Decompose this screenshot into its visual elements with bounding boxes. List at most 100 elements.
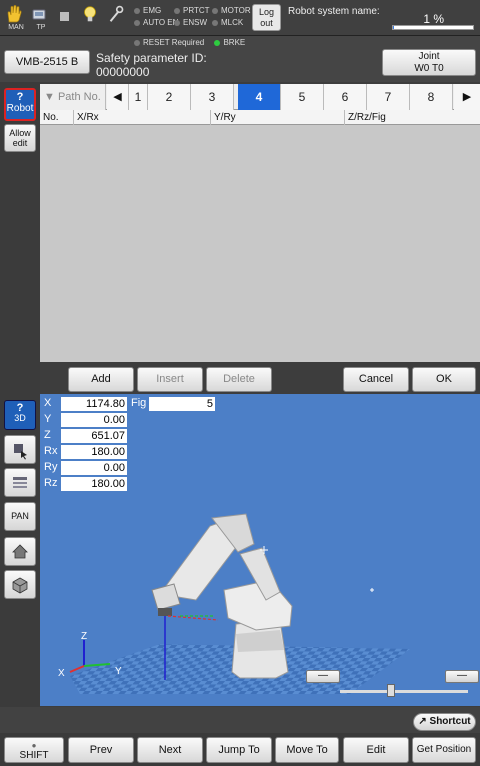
- question-icon: ?: [16, 402, 24, 414]
- view-3d-label: 3D: [14, 413, 26, 423]
- coord-y-value: 0.00: [61, 413, 127, 427]
- allow-edit-button[interactable]: Allow edit: [4, 124, 36, 152]
- tab-4[interactable]: 4: [238, 84, 281, 110]
- get-position-button[interactable]: Get Position: [412, 737, 476, 763]
- view-slider-track[interactable]: [340, 690, 468, 693]
- coord-label-x: X: [44, 397, 52, 409]
- add-button[interactable]: Add: [68, 367, 134, 392]
- list-tool-button[interactable]: [4, 468, 36, 497]
- robot-model-button[interactable]: VMB-2515 B: [4, 50, 90, 74]
- led-auto-en: AUTO EN: [134, 18, 178, 28]
- logout-button[interactable]: Log out: [252, 4, 281, 31]
- column-z-rz-fig: Z/Rz/Fig: [344, 110, 386, 125]
- tab-3[interactable]: 3: [191, 84, 234, 110]
- view-slider-knob[interactable]: [387, 684, 395, 697]
- path-tab-bar: ▼ Path No. ◀ 1 2 3 4 5 6 7 8 ▶: [40, 84, 480, 110]
- insert-button[interactable]: Insert: [137, 367, 203, 392]
- led-motor: MOTOR: [212, 6, 251, 16]
- coord-label-z: Z: [44, 429, 51, 441]
- coord-label-rx: Rx: [44, 445, 58, 457]
- led-prtct: PRTCT: [174, 6, 210, 16]
- coord-label-rz: Rz: [44, 477, 58, 489]
- path-table-header: No. X/Rx Y/Ry Z/Rz/Fig: [40, 110, 480, 125]
- coord-rz-value: 180.00: [61, 477, 127, 491]
- coord-z-value: 651.07: [61, 429, 127, 443]
- coord-x-value: 1174.80: [61, 397, 127, 411]
- axis-label-x: X: [58, 668, 65, 679]
- stop-square-icon[interactable]: [54, 4, 78, 34]
- tab-6[interactable]: 6: [324, 84, 367, 110]
- wrench-icon[interactable]: [106, 4, 130, 34]
- robot-button-label: Robot: [6, 103, 34, 114]
- pointer-tool-button[interactable]: [4, 435, 36, 464]
- fig-label: Fig: [131, 397, 147, 409]
- left-tool-column: [0, 82, 40, 707]
- led-mlck: MLCK: [212, 18, 243, 28]
- safety-parameter-title: Safety parameter ID:: [96, 51, 207, 65]
- tab-5[interactable]: 5: [281, 84, 324, 110]
- column-no: No.: [43, 112, 59, 123]
- zoom-out-left-button[interactable]: —: [306, 670, 340, 683]
- robot-select-button[interactable]: ? Robot: [4, 88, 36, 121]
- home-view-button[interactable]: [4, 537, 36, 566]
- prev-button[interactable]: Prev: [68, 737, 134, 763]
- tab-2[interactable]: 2: [148, 84, 191, 110]
- edit-button[interactable]: Edit: [343, 737, 409, 763]
- coord-rx-value: 180.00: [61, 445, 127, 459]
- pointer-icon: [14, 444, 27, 460]
- joint-button-line2: W0 T0: [414, 63, 444, 74]
- view-3d-button[interactable]: ? 3D: [4, 400, 36, 430]
- shortcut-icon: ↗: [418, 716, 427, 727]
- led-reset-required: RESET Required: [134, 38, 204, 48]
- robot-system-name-label: Robot system name:: [288, 6, 380, 17]
- safety-parameter-id: 00000000: [96, 65, 150, 79]
- delete-button[interactable]: Delete: [206, 367, 272, 392]
- tab-scroll-left-icon[interactable]: ◀: [107, 84, 129, 110]
- shift-button[interactable]: ● SHIFT: [4, 737, 64, 763]
- lightbulb-icon[interactable]: [80, 4, 104, 34]
- robot-3d-viewport[interactable]: Z X Y X 1174.80 Y 0.00 Z 651.07 Rx 180.00 Ry…: [40, 394, 480, 706]
- led-brke: BRKE: [214, 38, 245, 48]
- sub-led-panel: RESET Required BRKE: [134, 38, 253, 48]
- top-status-bar: MAN TP EMG PRTCT MOTOR AUTO EN ENSW MLCK…: [0, 0, 480, 36]
- question-icon: ?: [16, 91, 24, 103]
- path-table-body[interactable]: [40, 125, 480, 362]
- joint-button-line1: Joint: [418, 51, 440, 62]
- axis-label-z: Z: [81, 631, 88, 642]
- hand-icon-label: MAN: [8, 24, 24, 31]
- tab-scroll-right-icon[interactable]: ▶: [454, 84, 480, 110]
- cancel-button[interactable]: Cancel: [343, 367, 409, 392]
- zoom-out-right-button[interactable]: —: [445, 670, 479, 683]
- column-y-ry: Y/Ry: [210, 110, 236, 125]
- shortcut-label: Shortcut: [429, 716, 471, 727]
- tab-7[interactable]: 7: [367, 84, 410, 110]
- coord-label-y: Y: [44, 413, 52, 425]
- coord-label-ry: Ry: [44, 461, 58, 473]
- shortcut-row: [0, 707, 480, 733]
- coord-ry-value: 0.00: [61, 461, 127, 475]
- list-icon: [13, 477, 27, 488]
- tab-1[interactable]: 1: [129, 84, 148, 110]
- joint-coordinate-button[interactable]: Joint W0 T0: [382, 49, 476, 76]
- cube-view-button[interactable]: [4, 570, 36, 599]
- cube-icon: [12, 577, 28, 594]
- ok-button[interactable]: OK: [412, 367, 476, 392]
- speed-override-value: 1 %: [423, 12, 444, 26]
- path-number-header: ▼ Path No.: [40, 84, 106, 110]
- hand-icon[interactable]: MAN: [4, 4, 28, 34]
- speed-override-bar[interactable]: [392, 25, 474, 30]
- move-to-button[interactable]: Move To: [275, 737, 339, 763]
- next-button[interactable]: Next: [137, 737, 203, 763]
- column-x-rx: X/Rx: [73, 110, 99, 125]
- pan-button[interactable]: PAN: [4, 502, 36, 531]
- safety-parameter: Safety parameter ID: 00000000: [96, 51, 207, 79]
- fig-value: 5: [149, 397, 215, 411]
- shift-label: SHIFT: [19, 750, 49, 761]
- jump-to-button[interactable]: Jump To: [206, 737, 272, 763]
- axis-label-y: Y: [115, 666, 122, 677]
- led-emg: EMG: [134, 6, 161, 16]
- teach-pendant-icon[interactable]: TP: [29, 4, 53, 34]
- home-icon: [12, 544, 28, 559]
- tab-8[interactable]: 8: [410, 84, 453, 110]
- shortcut-button[interactable]: ↗ Shortcut: [413, 713, 476, 731]
